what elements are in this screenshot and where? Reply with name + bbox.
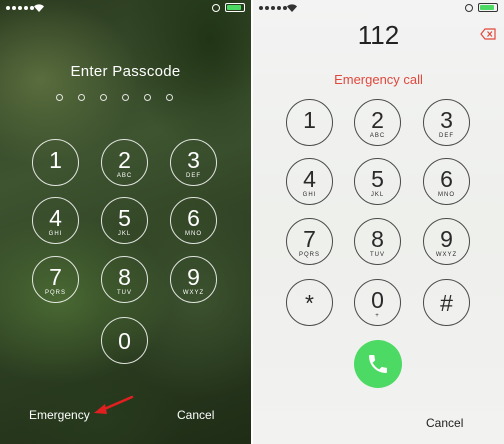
key-9[interactable]: 9 WXYZ [170,256,217,303]
passcode-dot [122,94,129,101]
passcode-dot [78,94,85,101]
passcode-dot [56,94,63,101]
backspace-icon[interactable] [480,28,496,40]
passcode-dot [100,94,107,101]
key-4[interactable]: 4 GHI [286,158,333,205]
battery-icon [225,3,245,12]
wifi-icon [34,4,44,12]
call-button[interactable] [354,340,402,388]
key-5[interactable]: 5 JKL [101,197,148,244]
screenshot-pair: Enter Passcode 1 2 ABC 3 DEF 4 GHI 5 JKL 6 MN… [0,0,504,444]
key-8[interactable]: 8 TUV [101,256,148,303]
passcode-dot [166,94,173,101]
key-7[interactable]: 7 PQRS [286,218,333,265]
key-hash[interactable]: # [423,279,470,326]
signal-strength-icon [6,6,34,10]
key-0[interactable]: 0 [101,317,148,364]
lock-screen: Enter Passcode 1 2 ABC 3 DEF 4 GHI 5 JKL 6 MN… [0,0,251,444]
key-3[interactable]: 3 DEF [423,99,470,146]
dialed-number: 112 [357,20,400,50]
key-6[interactable]: 6 MNO [423,158,470,205]
phone-icon [369,355,387,373]
passcode-dots [56,94,173,101]
status-bar [0,0,251,16]
arrow-annotation-icon [94,395,134,414]
page-title: Enter Passcode [70,63,181,80]
key-3[interactable]: 3 DEF [170,139,217,186]
key-1[interactable]: 1 [32,139,79,186]
wifi-icon [287,4,297,12]
key-2[interactable]: 2 ABC [354,99,401,146]
rotation-lock-icon [212,3,220,12]
emergency-call-label: Emergency call [334,72,423,87]
signal-strength-icon [259,6,287,10]
emergency-dialer-screen: 112 Emergency call 1 2 ABC 3 DEF 4 GHI 5 JKL… [253,0,504,444]
key-6[interactable]: 6 MNO [170,197,217,244]
key-2[interactable]: 2 ABC [101,139,148,186]
cancel-button[interactable]: Cancel [426,416,463,430]
key-9[interactable]: 9 WXYZ [423,218,470,265]
key-star[interactable]: * [286,279,333,326]
rotation-lock-icon [465,3,473,12]
key-4[interactable]: 4 GHI [32,197,79,244]
status-bar [253,0,504,16]
key-1[interactable]: 1 [286,99,333,146]
key-0[interactable]: 0 + [354,279,401,326]
passcode-dot [144,94,151,101]
key-8[interactable]: 8 TUV [354,218,401,265]
key-5[interactable]: 5 JKL [354,158,401,205]
key-7[interactable]: 7 PQRS [32,256,79,303]
emergency-button[interactable]: Emergency [29,408,90,422]
cancel-button[interactable]: Cancel [177,408,214,422]
battery-icon [478,3,498,12]
